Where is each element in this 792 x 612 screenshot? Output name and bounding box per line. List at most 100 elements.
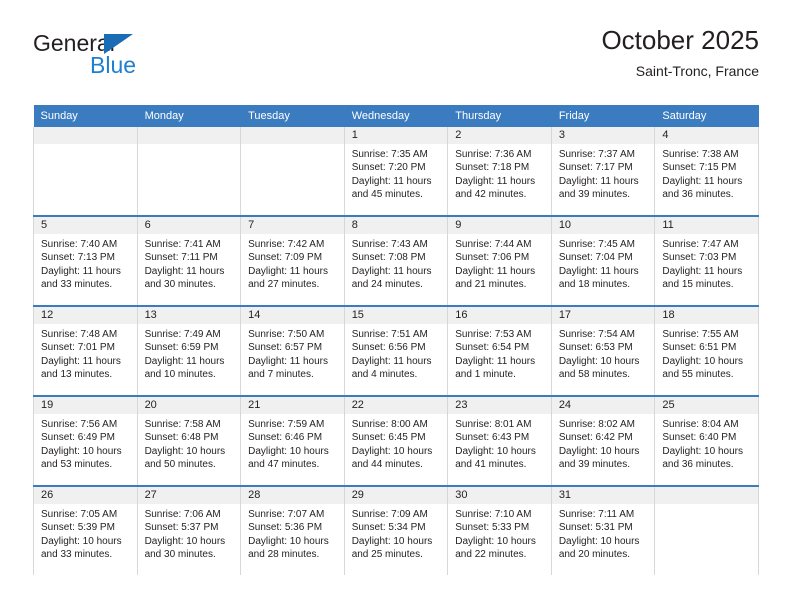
daylight-text-line2: and 39 minutes. bbox=[558, 458, 630, 470]
daylight-text-line2: and 39 minutes. bbox=[558, 188, 630, 200]
day-cell[interactable]: 13 Sunrise: 7:49 AM Sunset: 6:59 PM Dayl… bbox=[136, 305, 242, 396]
day-cell[interactable]: 15 Sunrise: 7:51 AM Sunset: 6:56 PM Dayl… bbox=[343, 305, 449, 396]
day-cell[interactable]: 27 Sunrise: 7:06 AM Sunset: 5:37 PM Dayl… bbox=[136, 485, 242, 575]
daylight-text-line1: Daylight: 10 hours bbox=[248, 445, 329, 457]
sunrise-text: Sunrise: 8:04 AM bbox=[662, 419, 739, 430]
day-cell[interactable]: 24 Sunrise: 8:02 AM Sunset: 6:42 PM Dayl… bbox=[550, 395, 656, 486]
day-cell[interactable]: 17 Sunrise: 7:54 AM Sunset: 6:53 PM Dayl… bbox=[550, 305, 656, 396]
day-cell[interactable]: 3 Sunrise: 7:37 AM Sunset: 7:17 PM Dayli… bbox=[550, 127, 656, 216]
sunrise-text: Sunrise: 7:55 AM bbox=[662, 329, 739, 340]
day-details: Sunrise: 7:10 AM Sunset: 5:33 PM Dayligh… bbox=[448, 504, 551, 561]
day-number: 4 bbox=[655, 127, 758, 144]
day-number: 15 bbox=[344, 307, 448, 324]
day-cell[interactable]: 4 Sunrise: 7:38 AM Sunset: 7:15 PM Dayli… bbox=[654, 127, 759, 216]
sunrise-text: Sunrise: 7:43 AM bbox=[351, 239, 428, 250]
daylight-text-line1: Daylight: 10 hours bbox=[144, 535, 226, 547]
day-details: Sunrise: 7:38 AM Sunset: 7:15 PM Dayligh… bbox=[655, 144, 758, 201]
day-cell[interactable]: 31 Sunrise: 7:11 AM Sunset: 5:31 PM Dayl… bbox=[550, 485, 656, 575]
daylight-text-line1: Daylight: 11 hours bbox=[144, 355, 225, 367]
daylight-text-line1: Daylight: 10 hours bbox=[558, 535, 640, 547]
daylight-text-line2: and 33 minutes. bbox=[41, 548, 113, 560]
sunset-text: Sunset: 5:31 PM bbox=[558, 522, 633, 534]
day-cell[interactable]: 9 Sunrise: 7:44 AM Sunset: 7:06 PM Dayli… bbox=[447, 215, 552, 306]
sunset-text: Sunset: 6:51 PM bbox=[662, 342, 737, 354]
daylight-text-line2: and 55 minutes. bbox=[662, 368, 734, 380]
day-cell[interactable]: 21 Sunrise: 7:59 AM Sunset: 6:46 PM Dayl… bbox=[240, 395, 345, 486]
day-number: 12 bbox=[34, 307, 137, 324]
day-cell[interactable]: 30 Sunrise: 7:10 AM Sunset: 5:33 PM Dayl… bbox=[447, 485, 552, 575]
day-cell[interactable]: 26 Sunrise: 7:05 AM Sunset: 5:39 PM Dayl… bbox=[33, 485, 138, 575]
daylight-text-line1: Daylight: 11 hours bbox=[662, 175, 743, 187]
day-cell[interactable]: 23 Sunrise: 8:01 AM Sunset: 6:43 PM Dayl… bbox=[447, 395, 552, 486]
daylight-text-line2: and 45 minutes. bbox=[351, 188, 423, 200]
day-number: 31 bbox=[551, 487, 655, 504]
day-number: 7 bbox=[241, 217, 344, 234]
day-details: Sunrise: 7:49 AM Sunset: 6:59 PM Dayligh… bbox=[138, 324, 241, 381]
daylight-text-line2: and 42 minutes. bbox=[455, 188, 527, 200]
day-cell[interactable]: 5 Sunrise: 7:40 AM Sunset: 7:13 PM Dayli… bbox=[33, 215, 138, 306]
daylight-text-line1: Daylight: 11 hours bbox=[455, 355, 536, 367]
day-cell[interactable]: 16 Sunrise: 7:53 AM Sunset: 6:54 PM Dayl… bbox=[447, 305, 552, 396]
day-cell[interactable]: 12 Sunrise: 7:48 AM Sunset: 7:01 PM Dayl… bbox=[33, 305, 138, 396]
daylight-text-line1: Daylight: 11 hours bbox=[455, 265, 536, 277]
day-details: Sunrise: 7:50 AM Sunset: 6:57 PM Dayligh… bbox=[241, 324, 344, 381]
weekday-header-monday: Monday bbox=[136, 105, 241, 127]
calendar-week-row: 12 Sunrise: 7:48 AM Sunset: 7:01 PM Dayl… bbox=[33, 305, 759, 396]
daylight-text-line2: and 20 minutes. bbox=[558, 548, 630, 560]
title-block: October 2025 Saint-Tronc, France bbox=[601, 24, 759, 80]
day-cell[interactable]: 20 Sunrise: 7:58 AM Sunset: 6:48 PM Dayl… bbox=[136, 395, 242, 486]
day-cell[interactable]: 10 Sunrise: 7:45 AM Sunset: 7:04 PM Dayl… bbox=[550, 215, 656, 306]
sunset-text: Sunset: 5:39 PM bbox=[41, 522, 115, 534]
day-details: Sunrise: 8:01 AM Sunset: 6:43 PM Dayligh… bbox=[448, 414, 551, 471]
calendar-week-row: 19 Sunrise: 7:56 AM Sunset: 6:49 PM Dayl… bbox=[33, 395, 759, 486]
day-number: 13 bbox=[137, 307, 241, 324]
day-cell[interactable]: 8 Sunrise: 7:43 AM Sunset: 7:08 PM Dayli… bbox=[343, 215, 449, 306]
day-cell[interactable]: 14 Sunrise: 7:50 AM Sunset: 6:57 PM Dayl… bbox=[240, 305, 345, 396]
sunrise-text: Sunrise: 8:02 AM bbox=[558, 419, 635, 430]
sunset-text: Sunset: 7:08 PM bbox=[351, 252, 426, 264]
calendar-week-row: 5 Sunrise: 7:40 AM Sunset: 7:13 PM Dayli… bbox=[33, 215, 759, 306]
generalblue-logo[interactable]: General Blue bbox=[33, 30, 263, 88]
sunset-text: Sunset: 7:01 PM bbox=[41, 342, 115, 354]
sunrise-text: Sunrise: 7:09 AM bbox=[351, 509, 428, 520]
day-cell[interactable]: 6 Sunrise: 7:41 AM Sunset: 7:11 PM Dayli… bbox=[136, 215, 242, 306]
daylight-text-line2: and 25 minutes. bbox=[351, 548, 423, 560]
day-number: 19 bbox=[34, 397, 137, 414]
sunrise-text: Sunrise: 7:44 AM bbox=[455, 239, 532, 250]
day-cell[interactable]: 22 Sunrise: 8:00 AM Sunset: 6:45 PM Dayl… bbox=[343, 395, 449, 486]
day-details: Sunrise: 7:54 AM Sunset: 6:53 PM Dayligh… bbox=[552, 324, 655, 381]
daylight-text-line2: and 24 minutes. bbox=[351, 278, 423, 290]
day-number bbox=[34, 127, 137, 144]
sunset-text: Sunset: 5:34 PM bbox=[351, 522, 426, 534]
day-cell[interactable]: 11 Sunrise: 7:47 AM Sunset: 7:03 PM Dayl… bbox=[654, 215, 759, 306]
daylight-text-line1: Daylight: 11 hours bbox=[351, 355, 432, 367]
daylight-text-line1: Daylight: 10 hours bbox=[41, 445, 122, 457]
sunrise-text: Sunrise: 7:51 AM bbox=[351, 329, 428, 340]
day-number: 11 bbox=[655, 217, 758, 234]
day-cell[interactable]: 19 Sunrise: 7:56 AM Sunset: 6:49 PM Dayl… bbox=[33, 395, 138, 486]
sunrise-text: Sunrise: 7:59 AM bbox=[248, 419, 325, 430]
day-cell[interactable]: 1 Sunrise: 7:35 AM Sunset: 7:20 PM Dayli… bbox=[343, 127, 449, 216]
daylight-text-line1: Daylight: 10 hours bbox=[662, 445, 743, 457]
sunset-text: Sunset: 7:11 PM bbox=[144, 252, 218, 264]
sunset-text: Sunset: 6:46 PM bbox=[248, 432, 323, 444]
day-cell[interactable]: 18 Sunrise: 7:55 AM Sunset: 6:51 PM Dayl… bbox=[654, 305, 759, 396]
day-details: Sunrise: 7:11 AM Sunset: 5:31 PM Dayligh… bbox=[552, 504, 655, 561]
sunrise-text: Sunrise: 7:49 AM bbox=[144, 329, 221, 340]
day-number: 22 bbox=[344, 397, 448, 414]
day-cell[interactable]: 28 Sunrise: 7:07 AM Sunset: 5:36 PM Dayl… bbox=[240, 485, 345, 575]
weekday-header-wednesday: Wednesday bbox=[343, 105, 448, 127]
day-cell[interactable]: 29 Sunrise: 7:09 AM Sunset: 5:34 PM Dayl… bbox=[343, 485, 449, 575]
day-cell[interactable]: 7 Sunrise: 7:42 AM Sunset: 7:09 PM Dayli… bbox=[240, 215, 345, 306]
sunset-text: Sunset: 5:36 PM bbox=[248, 522, 323, 534]
day-cell[interactable]: 2 Sunrise: 7:36 AM Sunset: 7:18 PM Dayli… bbox=[447, 127, 552, 216]
daylight-text-line2: and 28 minutes. bbox=[248, 548, 320, 560]
daylight-text-line2: and 30 minutes. bbox=[144, 278, 216, 290]
day-number: 2 bbox=[448, 127, 551, 144]
calendar-week-row: 26 Sunrise: 7:05 AM Sunset: 5:39 PM Dayl… bbox=[33, 485, 759, 575]
day-cell[interactable]: 25 Sunrise: 8:04 AM Sunset: 6:40 PM Dayl… bbox=[654, 395, 759, 486]
daylight-text-line1: Daylight: 10 hours bbox=[248, 535, 329, 547]
sunrise-text: Sunrise: 7:48 AM bbox=[41, 329, 118, 340]
day-details: Sunrise: 7:44 AM Sunset: 7:06 PM Dayligh… bbox=[448, 234, 551, 291]
day-number: 28 bbox=[241, 487, 344, 504]
